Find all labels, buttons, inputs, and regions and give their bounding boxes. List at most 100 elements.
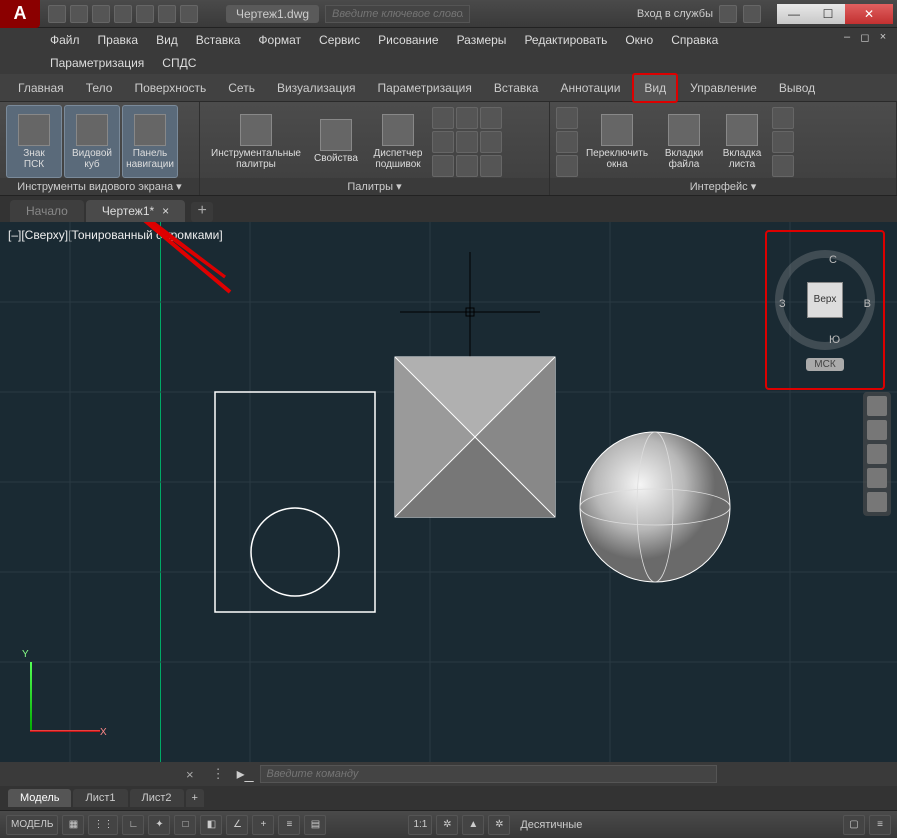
status-polar-icon[interactable]: ✦ — [148, 815, 170, 835]
iface-small1-icon[interactable] — [556, 107, 578, 129]
rgroup-viewport-tools-title[interactable]: Инструменты видового экрана ▾ — [0, 178, 199, 195]
status-tpy-icon[interactable]: ▤ — [304, 815, 326, 835]
palette-small8-icon[interactable] — [480, 131, 502, 153]
status-dyn-icon[interactable]: + — [252, 815, 274, 835]
iface-small5-icon[interactable] — [772, 131, 794, 153]
status-clean-icon[interactable]: ▢ — [843, 815, 865, 835]
cmdline-close-icon[interactable]: × — [180, 767, 200, 782]
menu-insert[interactable]: Вставка — [196, 33, 241, 47]
palette-small7-icon[interactable] — [480, 107, 502, 129]
minimize-button[interactable]: — — [777, 4, 811, 24]
rtab-parametric[interactable]: Параметризация — [368, 75, 482, 101]
status-3dosnap-icon[interactable]: ◧ — [200, 815, 222, 835]
viewcube-east[interactable]: В — [864, 298, 871, 310]
maximize-button[interactable]: ☐ — [811, 4, 845, 24]
layout-tab-sheet2[interactable]: Лист2 — [130, 789, 184, 807]
status-scale-button[interactable]: 1:1 — [408, 815, 432, 835]
qat-save-icon[interactable] — [92, 5, 110, 23]
status-custom-icon[interactable]: ≡ — [869, 815, 891, 835]
menu-spds[interactable]: СПДС — [162, 56, 196, 70]
nav-pan-icon[interactable] — [867, 420, 887, 440]
viewcube-top-face[interactable]: Верх — [807, 282, 843, 318]
iface-small4-icon[interactable] — [772, 107, 794, 129]
menu-edit[interactable]: Правка — [98, 33, 139, 47]
menu-format[interactable]: Формат — [258, 33, 301, 47]
viewcube-south[interactable]: Ю — [829, 334, 840, 346]
command-input[interactable] — [260, 765, 717, 783]
nav-wheel-icon[interactable] — [867, 396, 887, 416]
navbar-button[interactable]: Панель навигации — [122, 105, 178, 178]
layout-tab-button[interactable]: Вкладка листа — [714, 105, 770, 178]
status-otrack-icon[interactable]: ∠ — [226, 815, 248, 835]
layout-tab-sheet1[interactable]: Лист1 — [73, 789, 127, 807]
status-workspace-icon[interactable]: ✲ — [488, 815, 510, 835]
rtab-annotate[interactable]: Аннотации — [550, 75, 630, 101]
search-input[interactable] — [325, 5, 470, 23]
cmdline-handle-icon[interactable]: ⋮ — [206, 766, 231, 782]
rtab-view[interactable]: Вид — [632, 73, 678, 103]
menu-view[interactable]: Вид — [156, 33, 178, 47]
menu-window[interactable]: Окно — [625, 33, 653, 47]
properties-button[interactable]: Свойства — [308, 105, 364, 178]
nav-orbit-icon[interactable] — [867, 468, 887, 488]
viewcube-north[interactable]: С — [829, 254, 837, 266]
rtab-manage[interactable]: Управление — [680, 75, 767, 101]
drawing-viewport[interactable]: [–][Сверху][Тонированный с кромками] /* … — [0, 222, 897, 762]
menu-file[interactable]: Файл — [50, 33, 80, 47]
palette-small1-icon[interactable] — [432, 107, 454, 129]
palette-small9-icon[interactable] — [480, 155, 502, 177]
rtab-surface[interactable]: Поверхность — [124, 75, 216, 101]
status-grid-icon[interactable]: ▦ — [62, 815, 84, 835]
tab-close-icon[interactable]: × — [162, 204, 169, 218]
doc-close-icon[interactable]: × — [875, 31, 891, 45]
ucs-icon-button[interactable]: Знак ПСК — [6, 105, 62, 178]
qat-undo-icon[interactable] — [158, 5, 176, 23]
rgroup-palettes-title[interactable]: Палитры ▾ — [200, 178, 549, 195]
tab-start[interactable]: Начало — [10, 200, 84, 222]
status-gear-icon[interactable]: ✲ — [436, 815, 458, 835]
palette-small4-icon[interactable] — [456, 107, 478, 129]
palette-small5-icon[interactable] — [456, 131, 478, 153]
signin-link[interactable]: Вход в службы — [637, 8, 713, 20]
status-osnap-icon[interactable]: □ — [174, 815, 196, 835]
menu-dimension[interactable]: Размеры — [457, 33, 507, 47]
status-ortho-icon[interactable]: ∟ — [122, 815, 144, 835]
iface-small6-icon[interactable] — [772, 155, 794, 177]
qat-new-icon[interactable] — [48, 5, 66, 23]
layout-tab-add[interactable]: + — [186, 789, 204, 807]
doc-minimize-icon[interactable]: – — [839, 31, 855, 45]
layout-tab-model[interactable]: Модель — [8, 789, 71, 807]
help-icon[interactable] — [743, 5, 761, 23]
app-logo[interactable]: A — [0, 0, 40, 28]
rtab-output[interactable]: Вывод — [769, 75, 825, 101]
palette-small6-icon[interactable] — [456, 155, 478, 177]
menu-help[interactable]: Справка — [671, 33, 718, 47]
menu-tools[interactable]: Сервис — [319, 33, 360, 47]
status-model-button[interactable]: МОДЕЛЬ — [6, 815, 58, 835]
close-button[interactable]: ✕ — [845, 4, 893, 24]
tool-palettes-button[interactable]: Инструментальные палитры — [206, 105, 306, 178]
viewcube-wcs-button[interactable]: МСК — [806, 358, 843, 371]
rtab-home[interactable]: Главная — [8, 75, 74, 101]
doc-restore-icon[interactable]: ◻ — [857, 31, 873, 45]
iface-small2-icon[interactable] — [556, 131, 578, 153]
status-snap-icon[interactable]: ⋮⋮ — [88, 815, 118, 835]
switch-windows-button[interactable]: Переключить окна — [580, 105, 654, 178]
rtab-solid[interactable]: Тело — [76, 75, 123, 101]
menu-parametric[interactable]: Параметризация — [50, 56, 144, 70]
viewcube-button[interactable]: Видовой куб — [64, 105, 120, 178]
sheet-set-button[interactable]: Диспетчер подшивок — [366, 105, 430, 178]
file-tabs-button[interactable]: Вкладки файла — [656, 105, 712, 178]
rtab-insert[interactable]: Вставка — [484, 75, 549, 101]
status-anno-icon[interactable]: ▲ — [462, 815, 484, 835]
status-units-button[interactable]: Десятичные — [514, 819, 588, 831]
tab-drawing1[interactable]: Чертеж1*× — [86, 200, 185, 222]
menu-draw[interactable]: Рисование — [378, 33, 438, 47]
qat-redo-icon[interactable] — [180, 5, 198, 23]
rgroup-interface-title[interactable]: Интерфейс ▾ — [550, 178, 896, 195]
status-lwt-icon[interactable]: ≡ — [278, 815, 300, 835]
exchange-icon[interactable] — [719, 5, 737, 23]
qat-print-icon[interactable] — [136, 5, 154, 23]
iface-small3-icon[interactable] — [556, 155, 578, 177]
rtab-mesh[interactable]: Сеть — [218, 75, 265, 101]
